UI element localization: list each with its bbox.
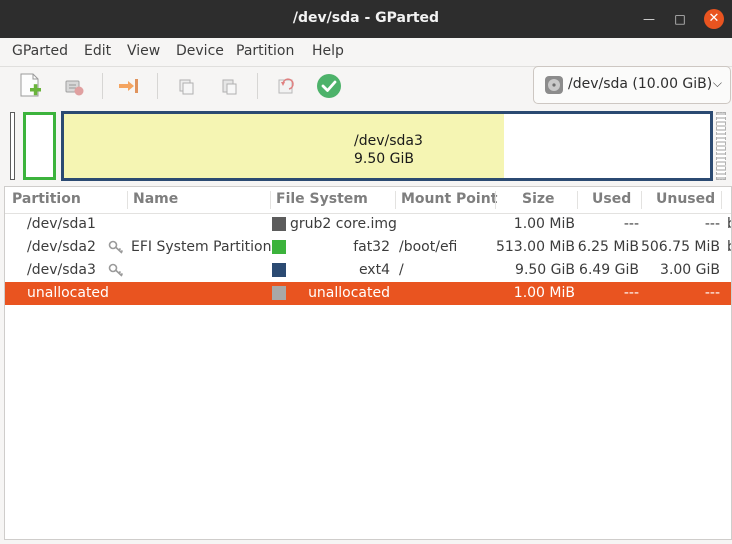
used-space-fill	[64, 114, 504, 178]
filesystem-color-swatch	[272, 217, 286, 231]
column-size[interactable]: Size	[522, 191, 555, 207]
disk-segment-sda2[interactable]	[23, 112, 56, 180]
used-cell: 6.25 MiB	[577, 239, 639, 255]
segment-size: 9.50 GiB	[354, 151, 414, 167]
column-separator	[721, 191, 722, 209]
key-icon	[108, 239, 126, 255]
toolbar-separator	[257, 73, 258, 99]
disk-segment-sda3[interactable]: /dev/sda3 9.50 GiB	[61, 111, 713, 181]
hard-disk-icon	[544, 75, 564, 99]
delete-partition-icon[interactable]	[60, 71, 88, 101]
menu-bar: GParted Edit View Device Partition Help	[0, 38, 732, 66]
toolbar-separator	[157, 73, 158, 99]
window-title: /dev/sda - GParted	[292, 10, 440, 26]
column-separator	[127, 191, 128, 209]
mount-point-cell: /boot/efi	[399, 239, 458, 255]
partition-cell: unallocated	[27, 285, 109, 301]
device-selector[interactable]: /dev/sda (10.00 GiB) ⌵	[533, 66, 731, 104]
minimize-button[interactable]: —	[641, 11, 657, 27]
column-unused[interactable]: Unused	[656, 191, 715, 207]
column-used[interactable]: Used	[592, 191, 631, 207]
undo-icon[interactable]	[272, 71, 300, 101]
filesystem-color-swatch	[272, 286, 286, 300]
mount-point-cell: /	[399, 262, 404, 278]
disk-map: /dev/sda3 9.50 GiB	[6, 108, 728, 184]
filesystem-cell: grub2 core.img	[290, 216, 397, 232]
menu-view[interactable]: View	[127, 43, 160, 59]
segment-name: /dev/sda3	[354, 133, 423, 149]
copy-icon[interactable]	[172, 71, 200, 101]
size-cell: 1.00 MiB	[513, 216, 575, 232]
menu-device[interactable]: Device	[176, 43, 224, 59]
unused-cell: 506.75 MiB	[640, 239, 720, 255]
menu-partition[interactable]: Partition	[236, 43, 294, 59]
maximize-button[interactable]: □	[672, 11, 688, 27]
partition-cell: /dev/sda2	[27, 239, 96, 255]
column-separator	[641, 191, 642, 209]
size-cell: 513.00 MiB	[495, 239, 575, 255]
menu-edit[interactable]: Edit	[84, 43, 111, 59]
used-cell: 6.49 GiB	[579, 262, 639, 278]
flags-cell: b	[727, 216, 731, 232]
flags-cell: b	[727, 239, 731, 255]
used-cell: ---	[623, 216, 639, 232]
column-separator	[395, 191, 396, 209]
table-row[interactable]: /dev/sda1 grub2 core.img 1.00 MiB --- --…	[5, 213, 731, 236]
partition-table: Partition Name File System Mount Point S…	[4, 186, 732, 540]
column-filesystem[interactable]: File System	[276, 191, 368, 207]
chevron-down-icon: ⌵	[712, 76, 722, 90]
unused-cell: ---	[704, 285, 720, 301]
title-bar: /dev/sda - GParted — □ ✕	[0, 0, 732, 38]
gparted-window: /dev/sda - GParted — □ ✕ GParted Edit Vi…	[0, 0, 732, 544]
size-cell: 1.00 MiB	[513, 285, 575, 301]
table-header: Partition Name File System Mount Point S…	[5, 187, 731, 214]
table-row[interactable]: unallocated unallocated 1.00 MiB --- ---	[5, 282, 731, 305]
key-icon	[108, 262, 126, 278]
device-label: /dev/sda (10.00 GiB)	[568, 76, 713, 92]
unused-cell: ---	[704, 216, 720, 232]
disk-segment-sda1[interactable]	[10, 112, 15, 180]
disk-segment-unallocated[interactable]	[716, 112, 726, 180]
table-row[interactable]: /dev/sda3 ext4 / 9.50 GiB 6.49 GiB 3.00 …	[5, 259, 731, 282]
column-separator	[270, 191, 271, 209]
size-cell: 9.50 GiB	[515, 262, 575, 278]
resize-move-icon[interactable]	[116, 71, 144, 101]
column-mount-point[interactable]: Mount Point	[401, 191, 497, 207]
filesystem-cell: fat32	[353, 239, 390, 255]
used-cell: ---	[623, 285, 639, 301]
column-separator	[495, 191, 496, 209]
name-cell: EFI System Partition	[131, 239, 272, 255]
unused-cell: 3.00 GiB	[660, 262, 720, 278]
new-partition-icon[interactable]	[17, 71, 45, 101]
filesystem-cell: ext4	[358, 262, 390, 278]
column-partition[interactable]: Partition	[12, 191, 81, 207]
close-button[interactable]: ✕	[704, 9, 724, 29]
paste-icon[interactable]	[215, 71, 243, 101]
apply-icon[interactable]	[315, 71, 343, 101]
menu-gparted[interactable]: GParted	[12, 43, 68, 59]
toolbar-separator	[102, 73, 103, 99]
menu-help[interactable]: Help	[312, 43, 344, 59]
filesystem-color-swatch	[272, 263, 286, 277]
table-row[interactable]: /dev/sda2 EFI System Partition fat32 /bo…	[5, 236, 731, 259]
filesystem-cell: unallocated	[308, 285, 390, 301]
partition-cell: /dev/sda3	[27, 262, 96, 278]
filesystem-color-swatch	[272, 240, 286, 254]
partition-cell: /dev/sda1	[27, 216, 96, 232]
column-name[interactable]: Name	[133, 191, 178, 207]
column-separator	[577, 191, 578, 209]
